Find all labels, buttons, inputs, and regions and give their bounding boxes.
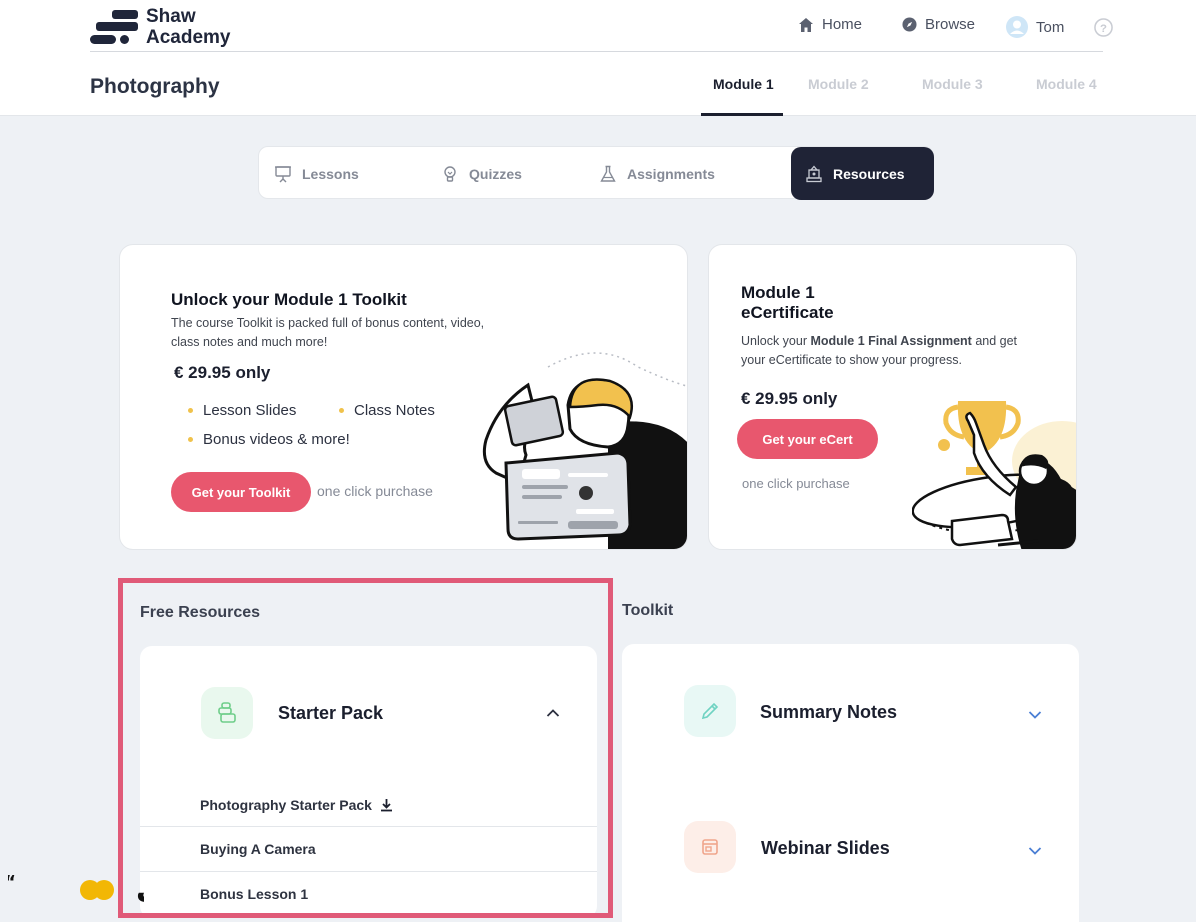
logo-mark-icon: [90, 8, 140, 46]
webinar-slides-title: Webinar Slides: [761, 838, 890, 858]
avatar: [1006, 16, 1028, 38]
get-ecert-button[interactable]: Get your eCert: [737, 419, 878, 459]
ecert-desc-bold: Module 1 Final Assignment: [810, 334, 972, 348]
tab-assignments-label: Assignments: [627, 165, 715, 182]
pencil-icon: [684, 685, 736, 737]
ecert-title-line1: Module 1: [741, 283, 815, 302]
brand-line-1: Shaw: [146, 6, 196, 27]
module-tab-1[interactable]: Module 1: [713, 76, 774, 92]
tab-resources[interactable]: Resources: [791, 147, 934, 200]
tab-resources-label: Resources: [833, 165, 905, 182]
brand-line-2: Academy: [146, 27, 231, 48]
toolkit-promo-card: Unlock your Module 1 Toolkit The course …: [119, 244, 688, 550]
toolkit-accordion-list: Summary Notes Webinar Slides: [622, 644, 1079, 922]
help-button[interactable]: ?: [1094, 18, 1113, 41]
ecertificate-promo-card: Module 1 eCertificate Unlock your Module…: [708, 244, 1077, 550]
ecert-card-title: Module 1 eCertificate: [741, 283, 834, 323]
tab-quizzes-label: Quizzes: [469, 165, 522, 182]
compass-icon: [902, 17, 917, 32]
tadwinat-watermark-logo: تدوينات “: [4, 868, 248, 922]
svg-text:?: ?: [1100, 23, 1107, 35]
toolkit-bullet-slides: Lesson Slides: [188, 402, 296, 419]
presentation-icon: [274, 165, 292, 183]
header-divider: [90, 51, 1103, 52]
toolkit-bullet-notes: Class Notes: [339, 402, 435, 419]
free-resources-highlight-box: [118, 578, 613, 918]
slides-icon: [684, 821, 736, 873]
toolkit-one-click-note: one click purchase: [317, 483, 433, 499]
tab-quizzes[interactable]: Quizzes: [441, 147, 522, 200]
nav-user[interactable]: Tom: [1006, 16, 1064, 38]
ecert-one-click-note: one click purchase: [742, 476, 850, 491]
nav-home[interactable]: Home: [798, 16, 862, 33]
nav-home-label: Home: [822, 16, 863, 33]
toolkit-section-label: Toolkit: [622, 602, 674, 619]
student-laptop-illustration: [482, 352, 687, 549]
summary-notes-title: Summary Notes: [760, 702, 898, 722]
module-tab-4[interactable]: Module 4: [1036, 76, 1097, 92]
content-tabs: Lessons Quizzes Assignments Resources: [258, 146, 934, 200]
resources-icon: [805, 165, 823, 183]
toolkit-card-desc: The course Toolkit is packed full of bon…: [171, 316, 485, 349]
question-icon: ?: [1094, 18, 1113, 41]
nav-user-name: Tom: [1036, 18, 1065, 36]
tab-assignments[interactable]: Assignments: [599, 147, 715, 200]
chevron-down-icon[interactable]: [1028, 843, 1042, 861]
toolkit-card-price: € 29.95 only: [174, 363, 271, 382]
svg-text:“: “: [8, 872, 16, 893]
flask-icon: [599, 165, 617, 183]
ecert-desc-pre: Unlock your: [741, 334, 811, 348]
tab-lessons-label: Lessons: [302, 165, 359, 182]
course-title: Photography: [90, 75, 220, 98]
shaw-academy-logo[interactable]: Shaw Academy: [90, 6, 231, 48]
lightbulb-icon: [441, 165, 459, 183]
toolkit-bullet-videos: Bonus videos & more!: [188, 431, 350, 448]
ecert-card-desc: Unlock your Module 1 Final Assignment an…: [741, 332, 1041, 370]
top-header: Shaw Academy Home Browse Tom ? Photograp…: [0, 0, 1196, 116]
module-tab-2[interactable]: Module 2: [808, 76, 869, 92]
module-tab-3[interactable]: Module 3: [922, 76, 983, 92]
nav-browse-label: Browse: [925, 16, 976, 33]
tab-lessons[interactable]: Lessons: [274, 147, 359, 200]
active-module-indicator: [701, 113, 783, 116]
trophy-celebration-illustration: [912, 401, 1076, 549]
svg-text:تدوينات: تدوينات: [136, 875, 144, 910]
get-toolkit-button[interactable]: Get your Toolkit: [171, 472, 311, 512]
ecert-title-line2: eCertificate: [741, 303, 834, 322]
ecert-card-price: € 29.95 only: [741, 389, 838, 408]
nav-browse[interactable]: Browse: [902, 16, 975, 33]
home-icon: [798, 17, 814, 33]
toolkit-card-title: Unlock your Module 1 Toolkit: [171, 290, 407, 309]
chevron-down-icon[interactable]: [1028, 707, 1042, 725]
